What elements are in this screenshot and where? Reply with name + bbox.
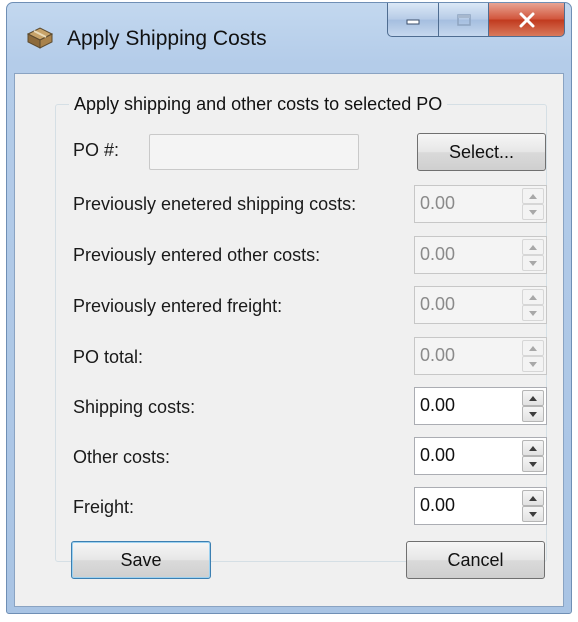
- spin-down-button[interactable]: [522, 406, 544, 422]
- other-costs-label: Other costs:: [73, 447, 171, 467]
- group-caption: Apply shipping and other costs to select…: [69, 94, 448, 115]
- prev-shipping-spinbox: 0.00: [414, 185, 547, 223]
- chevron-up-icon: [529, 395, 537, 401]
- save-button[interactable]: Save: [71, 541, 211, 579]
- close-icon: [519, 12, 534, 27]
- spin-up-button[interactable]: [522, 440, 544, 456]
- close-button[interactable]: [489, 3, 565, 37]
- po-total-value: 0.00: [420, 345, 456, 365]
- shipping-costs-label: Shipping costs:: [73, 397, 196, 417]
- other-costs-value[interactable]: 0.00: [420, 445, 455, 466]
- spin-down-button: [522, 255, 544, 271]
- chevron-up-icon: [529, 294, 537, 300]
- cancel-button[interactable]: Cancel: [406, 541, 545, 579]
- chevron-up-icon: [529, 244, 537, 250]
- select-po-button[interactable]: Select...: [417, 133, 546, 171]
- freight-label: Freight:: [73, 497, 135, 517]
- chevron-down-icon: [529, 209, 537, 215]
- chevron-down-icon: [529, 411, 537, 417]
- po-number-label: PO #:: [73, 140, 120, 160]
- title-bar[interactable]: Apply Shipping Costs: [7, 3, 571, 75]
- freight-value[interactable]: 0.00: [420, 495, 455, 516]
- maximize-icon: [456, 13, 471, 26]
- prev-other-value: 0.00: [420, 244, 456, 264]
- spin-up-button[interactable]: [522, 490, 544, 506]
- shipping-costs-value[interactable]: 0.00: [420, 395, 455, 416]
- spin-arrows: [522, 239, 544, 271]
- spin-down-button[interactable]: [522, 456, 544, 472]
- spin-up-button[interactable]: [522, 390, 544, 406]
- po-total-spinbox: 0.00: [414, 337, 547, 375]
- other-costs-spinbox[interactable]: 0.00: [414, 437, 547, 475]
- spin-arrows: [522, 490, 544, 522]
- spin-down-button: [522, 305, 544, 321]
- spin-down-button: [522, 356, 544, 372]
- minimize-icon: [406, 19, 420, 24]
- shipping-costs-spinbox[interactable]: 0.00: [414, 387, 547, 425]
- spin-arrows: [522, 440, 544, 472]
- spin-up-button: [522, 239, 544, 255]
- prev-freight-label: Previously entered freight:: [73, 296, 283, 316]
- prev-other-label: Previously entered other costs:: [73, 245, 321, 265]
- po-number-field: [149, 134, 359, 170]
- prev-freight-spinbox: 0.00: [414, 286, 547, 324]
- spin-arrows: [522, 188, 544, 220]
- spin-up-button: [522, 188, 544, 204]
- dialog-window: Apply Shipping Costs Apply shipping and …: [6, 2, 572, 614]
- spin-arrows: [522, 340, 544, 372]
- prev-freight-value: 0.00: [420, 294, 456, 314]
- spin-arrows: [522, 390, 544, 422]
- caption-buttons: [387, 3, 565, 37]
- po-total-label: PO total:: [73, 347, 144, 367]
- chevron-down-icon: [529, 260, 537, 266]
- spin-down-button[interactable]: [522, 506, 544, 522]
- freight-spinbox[interactable]: 0.00: [414, 487, 547, 525]
- prev-shipping-label: Previously enetered shipping costs:: [73, 194, 357, 214]
- maximize-button[interactable]: [439, 3, 489, 37]
- chevron-up-icon: [529, 495, 537, 501]
- package-icon: [26, 27, 54, 49]
- chevron-up-icon: [529, 193, 537, 199]
- spin-up-button: [522, 340, 544, 356]
- chevron-up-icon: [529, 445, 537, 451]
- chevron-down-icon: [529, 361, 537, 367]
- prev-other-spinbox: 0.00: [414, 236, 547, 274]
- chevron-down-icon: [529, 310, 537, 316]
- window-title: Apply Shipping Costs: [67, 27, 267, 50]
- spin-down-button: [522, 204, 544, 220]
- prev-shipping-value: 0.00: [420, 193, 456, 213]
- minimize-button[interactable]: [387, 3, 439, 37]
- dialog-client-area: Apply shipping and other costs to select…: [14, 73, 564, 607]
- spin-arrows: [522, 289, 544, 321]
- chevron-down-icon: [529, 511, 537, 517]
- chevron-up-icon: [529, 345, 537, 351]
- chevron-down-icon: [529, 461, 537, 467]
- spin-up-button: [522, 289, 544, 305]
